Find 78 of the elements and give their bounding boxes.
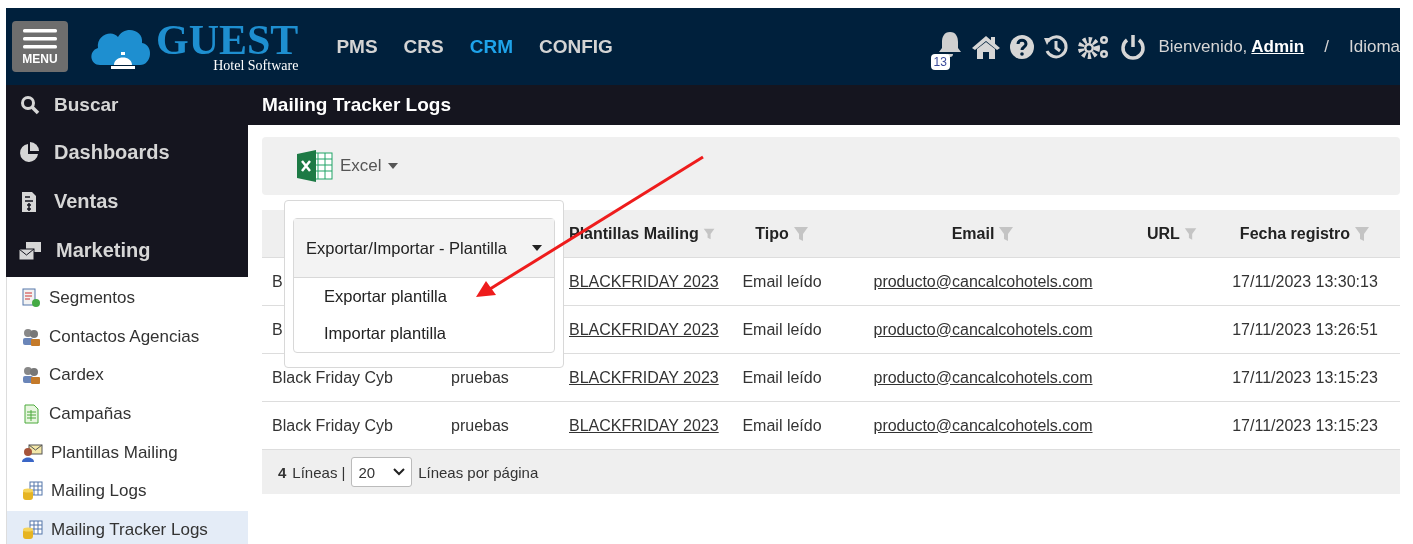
- nav-tab[interactable]: CONFIG: [539, 35, 613, 58]
- template-link[interactable]: BLACKFRIDAY 2023: [569, 272, 719, 291]
- caret-icon: [532, 245, 542, 251]
- row-count-label: Líneas |: [292, 463, 346, 481]
- column-header: Fecha registro: [1239, 224, 1351, 243]
- sidebar-item[interactable]: Cardex: [7, 356, 248, 395]
- template-link[interactable]: BLACKFRIDAY 2023: [569, 320, 719, 339]
- sidebar-section[interactable]: Ventas: [6, 177, 248, 226]
- dropdown-item[interactable]: Importar plantilla: [294, 315, 554, 352]
- table-cell: pruebas: [451, 368, 509, 387]
- template-dropdown-button[interactable]: Exportar/Importar - Plantilla: [294, 219, 554, 278]
- table-cell: B: [272, 272, 283, 291]
- home-icon[interactable]: [970, 33, 1001, 60]
- mail-stack-icon: [18, 239, 42, 262]
- notification-badge: 13: [930, 53, 950, 70]
- spreadsheet-icon: [21, 404, 41, 425]
- history-icon[interactable]: [1042, 33, 1069, 60]
- table-cell: 17/11/2023 13:15:23: [1232, 368, 1378, 387]
- excel-button[interactable]: Excel: [296, 149, 398, 183]
- table-cell: Email leído: [742, 368, 822, 387]
- chevron-down-icon: [393, 468, 406, 476]
- pie-chart-icon: [18, 141, 40, 164]
- database-table-icon: [21, 519, 43, 540]
- email-link[interactable]: producto@cancalcohotels.com: [873, 368, 1093, 387]
- nav-tab[interactable]: CRM: [469, 35, 513, 58]
- table-cell: Email leído: [742, 416, 822, 435]
- spreadsheet-icon: [296, 149, 334, 183]
- caret-icon: [387, 163, 398, 169]
- column-header: Tipo: [755, 224, 789, 243]
- page-size-select[interactable]: 20: [351, 457, 413, 487]
- table-cell: Email leído: [742, 272, 822, 291]
- bell-icon[interactable]: [936, 29, 963, 58]
- sidebar-item[interactable]: Mailing Logs: [7, 471, 248, 511]
- email-link[interactable]: producto@cancalcohotels.com: [873, 416, 1093, 435]
- menu-icon: [21, 27, 59, 50]
- people-icon: [21, 326, 41, 347]
- sidebar-item[interactable]: Mailing Tracker Logs: [7, 510, 248, 544]
- table-cell: 17/11/2023 13:30:13: [1232, 272, 1378, 291]
- column-header: Email: [951, 224, 995, 243]
- email-link[interactable]: producto@cancalcohotels.com: [873, 320, 1093, 339]
- table-cell: B: [272, 320, 283, 339]
- sidebar-item[interactable]: Campañas: [7, 394, 248, 434]
- language-link[interactable]: Idioma: [1348, 36, 1400, 57]
- sidebar-item[interactable]: Segmentos: [7, 279, 248, 318]
- separator-text: /: [1324, 36, 1329, 57]
- report-icon: [21, 288, 41, 309]
- email-link[interactable]: producto@cancalcohotels.com: [873, 272, 1093, 291]
- page-size-label: Líneas por página: [418, 463, 539, 481]
- template-link[interactable]: BLACKFRIDAY 2023: [569, 416, 719, 435]
- menu-button[interactable]: MENU: [12, 21, 68, 72]
- sidebar-section[interactable]: Marketing: [6, 226, 248, 275]
- logo-title: GUEST: [156, 20, 299, 59]
- nav-tab[interactable]: CRS: [403, 35, 444, 58]
- help-icon[interactable]: [1008, 33, 1035, 60]
- sidebar-item[interactable]: Plantillas Mailing: [7, 433, 248, 472]
- table-cell: pruebas: [451, 416, 509, 435]
- dropdown-item[interactable]: Exportar plantilla: [294, 278, 554, 315]
- user-link[interactable]: Admin: [1251, 36, 1305, 57]
- envelope-person-icon: [21, 442, 43, 463]
- power-icon[interactable]: [1118, 32, 1147, 61]
- search-icon[interactable]: [20, 95, 40, 115]
- table-cell: Black Friday Cyb: [272, 416, 393, 435]
- nav-tab[interactable]: PMS: [336, 35, 378, 58]
- logo-subtitle: Hotel Software: [213, 58, 299, 73]
- database-table-icon: [21, 481, 43, 502]
- table-cell: 17/11/2023 13:15:23: [1232, 416, 1378, 435]
- table-cell: Black Friday Cyb: [272, 368, 393, 387]
- template-link[interactable]: BLACKFRIDAY 2023: [569, 368, 719, 387]
- welcome-text: Bienvenido,: [1158, 36, 1248, 57]
- search-label[interactable]: Buscar: [54, 94, 119, 116]
- table-cell: 17/11/2023 13:26:51: [1232, 320, 1378, 339]
- row-count: 4: [278, 463, 287, 481]
- page-title: Mailing Tracker Logs: [262, 94, 451, 116]
- sidebar-section[interactable]: Dashboards: [6, 128, 248, 177]
- people-icon: [21, 365, 41, 386]
- column-header: URL: [1147, 224, 1180, 243]
- sidebar-item[interactable]: Contactos Agencias: [7, 317, 248, 357]
- table-cell: Email leído: [742, 320, 822, 339]
